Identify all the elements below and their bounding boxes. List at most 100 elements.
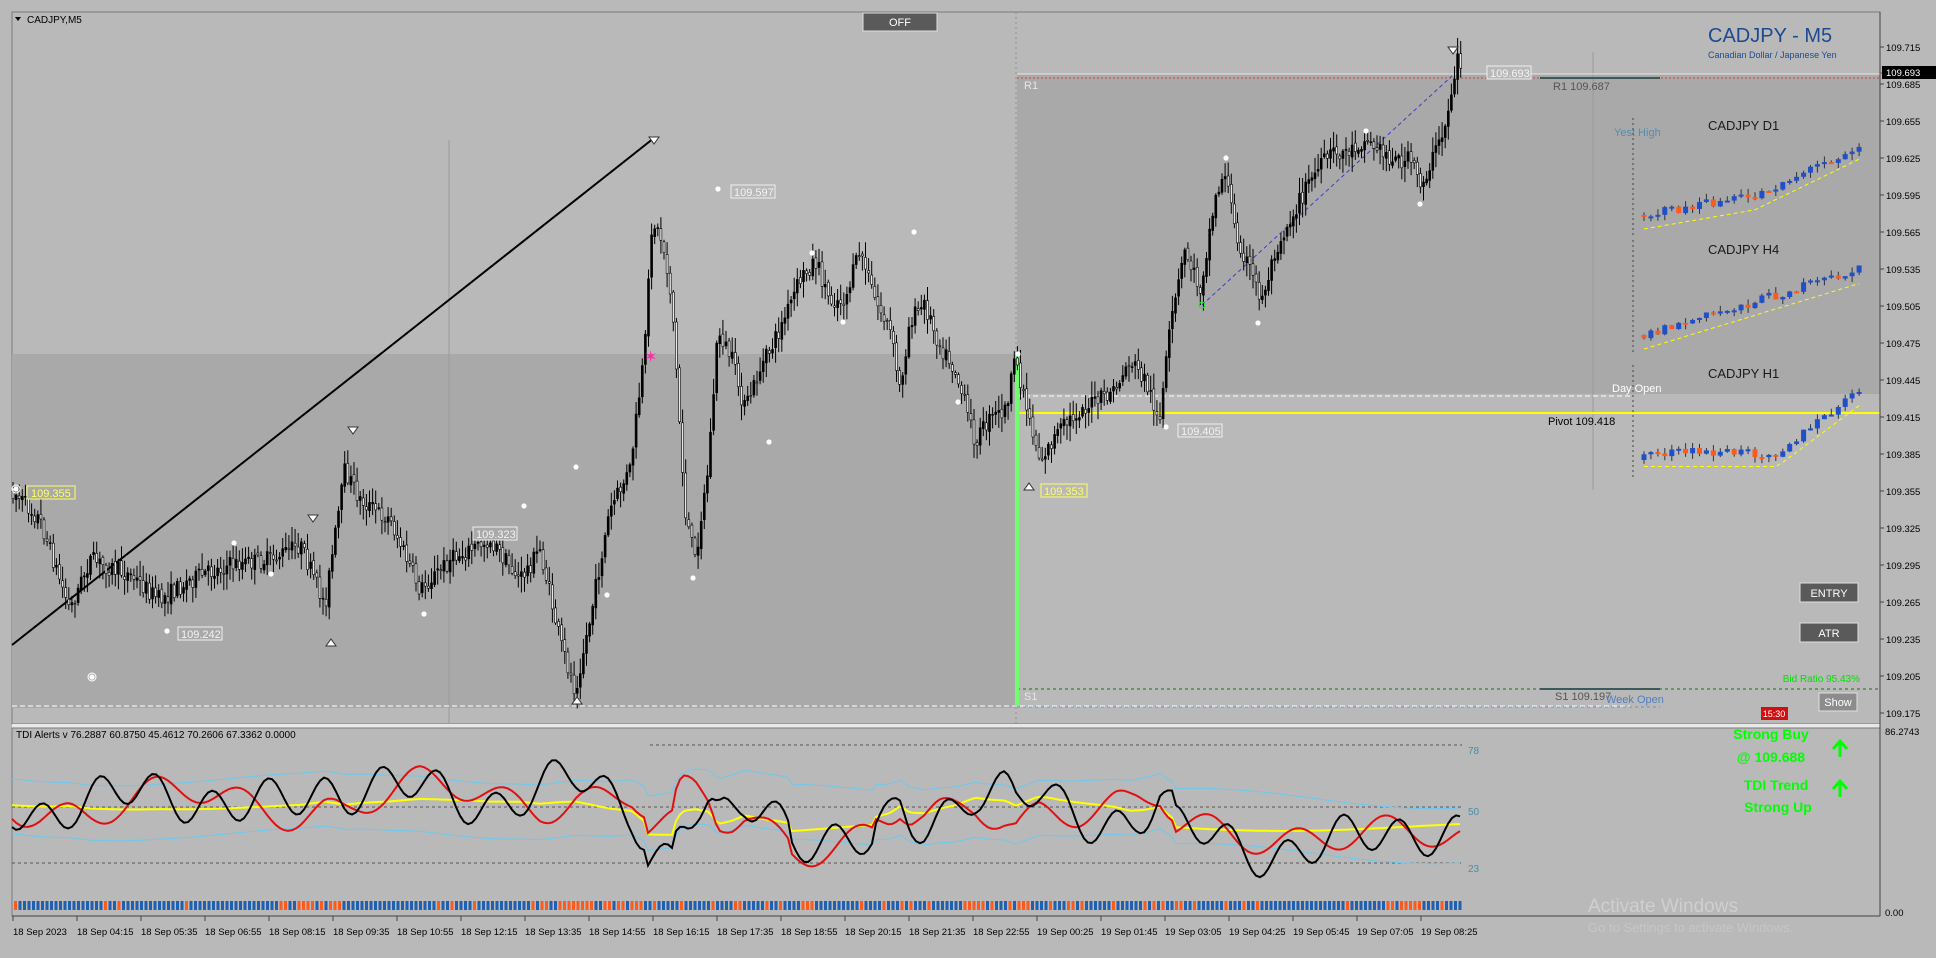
week-open-label: Week Open <box>1606 694 1664 706</box>
candle-body <box>895 342 898 371</box>
candle-body <box>783 317 787 324</box>
tdi-signal-dot <box>608 901 611 910</box>
tdi-signal-dot <box>1143 901 1147 910</box>
tdi-signal-dot <box>1103 901 1106 910</box>
tdi-signal-dot <box>977 901 980 910</box>
mini-candle-d1 <box>1683 206 1689 214</box>
tdi-signal-dot <box>990 901 994 910</box>
candle-body <box>495 543 498 552</box>
candle-body <box>1019 362 1022 388</box>
candle-body <box>532 551 536 574</box>
price-axis-label: 109.295 <box>1886 561 1920 572</box>
mini-candle-d1 <box>1821 162 1827 165</box>
candle-body <box>631 448 635 466</box>
candle-body <box>299 541 303 555</box>
candle-body <box>1028 408 1032 419</box>
tdi-signal-dot <box>743 901 746 910</box>
tdi-signal-dot <box>1274 901 1277 910</box>
candle-body <box>830 294 833 305</box>
candle-body <box>48 542 52 544</box>
tdi-signal-dot <box>1346 901 1349 910</box>
tdi-signal-dot <box>1166 901 1169 910</box>
candle-body <box>839 299 843 304</box>
mini-candle-h4 <box>1724 310 1730 313</box>
candle-body <box>145 581 148 594</box>
tdi-signal-dot <box>707 901 710 910</box>
candle-body <box>1319 158 1323 170</box>
candle-body <box>219 567 222 573</box>
swing-dot <box>1363 128 1369 134</box>
candle-body <box>1254 273 1258 283</box>
candle-body <box>1338 155 1342 160</box>
tdi-signal-dot <box>275 901 278 910</box>
candle-body <box>1009 373 1013 404</box>
mini-candle-h1 <box>1808 428 1813 431</box>
entry-button[interactable]: ENTRY <box>1799 582 1859 603</box>
candle-body <box>938 345 942 348</box>
candle-body <box>1000 408 1004 419</box>
indicator-pane[interactable] <box>11 727 1881 917</box>
candle-body <box>262 563 266 571</box>
candle-body <box>814 257 818 269</box>
candle-body <box>520 571 523 577</box>
tdi-signal-dot <box>297 901 301 910</box>
atr-button[interactable]: ATR <box>1799 622 1859 643</box>
candle-body <box>1443 125 1447 138</box>
candle-body <box>919 307 923 310</box>
tdi-signal-dot <box>1161 901 1165 910</box>
tdi-signal-dot <box>1458 901 1462 910</box>
candle-body <box>225 565 229 575</box>
tdi-signal-dot <box>621 901 625 910</box>
pane-separator[interactable] <box>12 724 1880 728</box>
tdi-signal-dot <box>351 901 355 910</box>
tdi-signal-dot <box>225 901 229 910</box>
candle-body <box>346 463 350 484</box>
candle-body <box>110 562 114 575</box>
tdi-signal-dot <box>257 901 260 910</box>
candle-body <box>1285 226 1289 237</box>
candle-body <box>861 253 864 257</box>
price-axis-label: 109.355 <box>1886 487 1920 498</box>
candle-body <box>86 573 89 578</box>
candle-body <box>1177 279 1180 297</box>
mini-candle-d1 <box>1738 194 1744 197</box>
indicator-axis-top: 86.2743 <box>1885 727 1919 738</box>
candle-body <box>83 575 86 578</box>
candle-body <box>442 560 446 572</box>
candle-body <box>882 314 886 322</box>
tdi-signal-dot <box>1242 901 1246 910</box>
tdi-signal-dot <box>360 901 364 910</box>
candle-body <box>17 495 21 499</box>
candle-body <box>864 257 867 270</box>
candle-body <box>1214 194 1218 219</box>
candle-body <box>737 362 740 387</box>
candle-body <box>216 567 219 576</box>
candle-body <box>1431 152 1435 171</box>
r1-label: R1 109.687 <box>1553 81 1610 93</box>
candle-body <box>1059 423 1063 429</box>
tdi-signal-dot <box>1395 901 1399 910</box>
candle-body <box>1400 155 1404 169</box>
off-button[interactable]: OFF <box>862 12 938 32</box>
svg-text:OFF: OFF <box>889 17 911 29</box>
candle-body <box>151 587 154 600</box>
candle-body <box>606 516 610 536</box>
tdi-signal-dot <box>446 901 449 910</box>
tdi-signal-dot <box>1404 901 1408 910</box>
price-axis-label: 109.565 <box>1886 228 1920 239</box>
candle-body <box>1093 396 1097 399</box>
mini-candle-h1 <box>1745 449 1751 452</box>
tdi-signal-dot <box>833 901 836 910</box>
mt4-chart-window[interactable]: ✶ 109.355 109.242 109.323 109.597 109.40… <box>0 0 1936 953</box>
candle-body <box>833 305 836 308</box>
show-button[interactable]: Show <box>1818 692 1858 712</box>
tdi-signal-dot <box>923 901 926 910</box>
tdi-signal-dot <box>801 901 805 910</box>
tdi-signal-dot <box>284 901 287 910</box>
candle-body <box>836 300 839 308</box>
tdi-signal-dot <box>851 901 854 910</box>
candle-body <box>377 507 381 510</box>
mini-candle-h4 <box>1745 304 1751 308</box>
mini-candle-h1 <box>1641 454 1647 460</box>
candle-body <box>848 287 852 294</box>
